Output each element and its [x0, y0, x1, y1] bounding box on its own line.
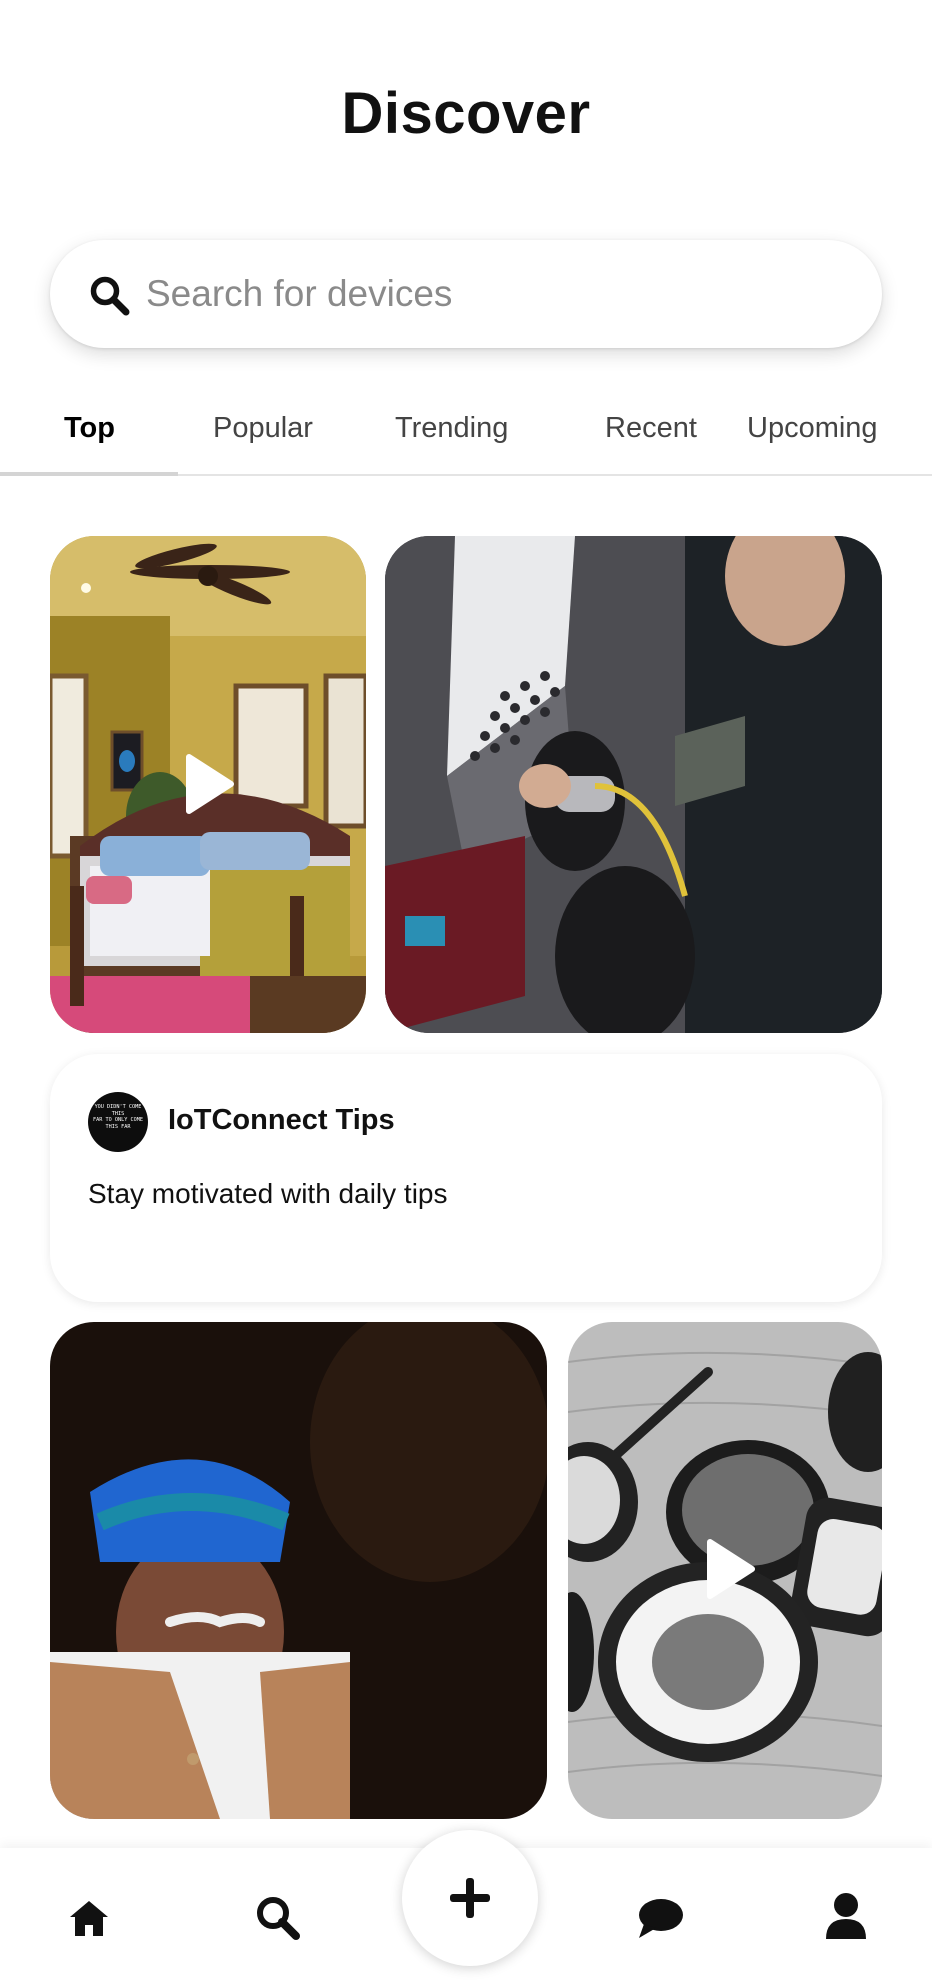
add-button[interactable]: [402, 1830, 538, 1966]
search-icon: [88, 274, 132, 318]
avatar-text-line: YOU DIDN'T COME THIS: [94, 1104, 142, 1117]
avatar-text-line: FAR TO ONLY COME: [93, 1117, 143, 1124]
category-tabs: Top Popular Trending Recent Upcoming: [0, 400, 932, 476]
avatar[interactable]: YOU DIDN'T COME THIS FAR TO ONLY COME TH…: [88, 1092, 148, 1152]
feed-tile-bedroom[interactable]: [50, 536, 366, 1033]
home-icon[interactable]: [68, 1898, 110, 1943]
feed-tile-spices[interactable]: [568, 1322, 882, 1819]
page-title: Discover: [341, 81, 591, 146]
search-bar[interactable]: [50, 240, 882, 348]
avatar-text-line: THIS FAR: [105, 1123, 131, 1130]
play-icon[interactable]: [700, 1538, 758, 1600]
tab-top[interactable]: Top: [64, 412, 115, 445]
chat-icon[interactable]: [636, 1896, 684, 1945]
play-icon[interactable]: [179, 753, 237, 815]
active-tab-indicator: [0, 472, 178, 476]
feed-tile-ev-charging[interactable]: [385, 536, 882, 1033]
profile-icon[interactable]: [825, 1892, 867, 1945]
card-author-name[interactable]: IoTConnect Tips: [168, 1104, 395, 1137]
add-icon: [446, 1874, 494, 1927]
tab-recent[interactable]: Recent: [605, 412, 697, 445]
feed-tile-portrait[interactable]: [50, 1322, 547, 1819]
tip-card[interactable]: YOU DIDN'T COME THIS FAR TO ONLY COME TH…: [50, 1054, 882, 1302]
tab-trending[interactable]: Trending: [395, 412, 508, 445]
card-body-text: Stay motivated with daily tips: [88, 1178, 448, 1209]
tab-popular[interactable]: Popular: [213, 412, 313, 445]
tab-upcoming[interactable]: Upcoming: [747, 412, 878, 445]
search-input[interactable]: [146, 260, 846, 328]
search-icon[interactable]: [254, 1894, 302, 1947]
